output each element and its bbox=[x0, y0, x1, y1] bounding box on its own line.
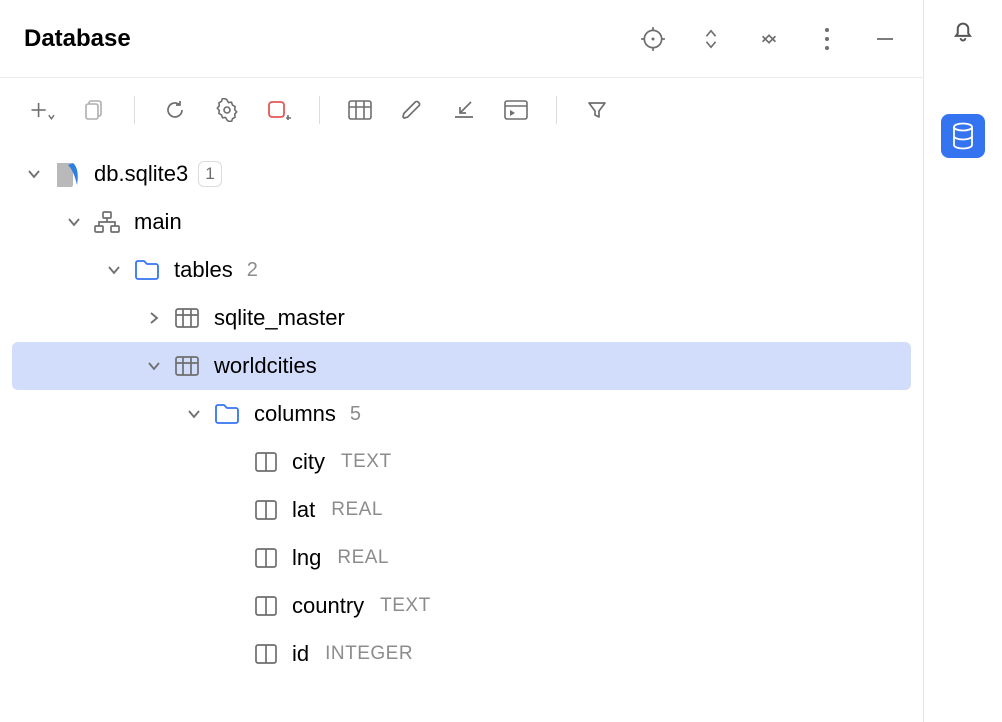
columns-count: 5 bbox=[350, 403, 361, 426]
tree-node-table-sqlite-master[interactable]: sqlite_master bbox=[0, 294, 923, 342]
column-icon bbox=[254, 499, 278, 521]
column-icon bbox=[254, 451, 278, 473]
schema-icon bbox=[94, 211, 120, 233]
tables-count: 2 bbox=[247, 259, 258, 282]
table-icon bbox=[174, 307, 200, 329]
close-icon[interactable] bbox=[755, 25, 783, 53]
expand-collapse-icon[interactable] bbox=[697, 25, 725, 53]
notifications-icon[interactable] bbox=[949, 16, 977, 44]
column-name: id bbox=[292, 641, 309, 667]
toolbar-separator bbox=[556, 96, 557, 124]
schema-name: main bbox=[134, 209, 182, 235]
column-name: lat bbox=[292, 497, 315, 523]
tree-node-tables-folder[interactable]: tables 2 bbox=[0, 246, 923, 294]
right-rail bbox=[924, 0, 1002, 722]
sqlite-icon bbox=[54, 160, 80, 188]
tree-node-column[interactable]: id INTEGER bbox=[0, 630, 923, 678]
chevron-down-icon[interactable] bbox=[144, 356, 164, 376]
filter-icon[interactable] bbox=[583, 96, 611, 124]
tree-node-column[interactable]: country TEXT bbox=[0, 582, 923, 630]
datasource-badge: 1 bbox=[198, 161, 221, 187]
column-name: country bbox=[292, 593, 364, 619]
table-name: sqlite_master bbox=[214, 305, 345, 331]
stop-icon[interactable] bbox=[265, 96, 293, 124]
add-icon[interactable] bbox=[28, 96, 56, 124]
tables-folder-label: tables bbox=[174, 257, 233, 283]
console-icon[interactable] bbox=[502, 96, 530, 124]
chevron-right-icon[interactable] bbox=[144, 308, 164, 328]
column-name: lng bbox=[292, 545, 321, 571]
tree-node-column[interactable]: city TEXT bbox=[0, 438, 923, 486]
column-type: INTEGER bbox=[325, 643, 413, 665]
column-type: TEXT bbox=[380, 595, 431, 617]
chevron-down-icon[interactable] bbox=[104, 260, 124, 280]
database-tree[interactable]: db.sqlite3 1 main bbox=[0, 142, 923, 722]
column-icon bbox=[254, 643, 278, 665]
column-type: REAL bbox=[337, 547, 389, 569]
column-type: TEXT bbox=[341, 451, 392, 473]
toolbar bbox=[0, 78, 923, 142]
target-icon[interactable] bbox=[639, 25, 667, 53]
table-name: worldcities bbox=[214, 353, 317, 379]
jump-to-source-icon[interactable] bbox=[450, 96, 478, 124]
database-tool-button[interactable] bbox=[941, 114, 985, 158]
settings-icon[interactable] bbox=[213, 96, 241, 124]
minimize-icon[interactable] bbox=[871, 25, 899, 53]
toolbar-separator bbox=[134, 96, 135, 124]
table-icon bbox=[174, 355, 200, 377]
column-icon bbox=[254, 547, 278, 569]
column-icon bbox=[254, 595, 278, 617]
duplicate-icon[interactable] bbox=[80, 96, 108, 124]
tree-node-column[interactable]: lng REAL bbox=[0, 534, 923, 582]
chevron-down-icon[interactable] bbox=[24, 164, 44, 184]
refresh-icon[interactable] bbox=[161, 96, 189, 124]
column-type: REAL bbox=[331, 499, 383, 521]
chevron-down-icon[interactable] bbox=[184, 404, 204, 424]
datasource-name: db.sqlite3 bbox=[94, 161, 188, 187]
columns-folder-label: columns bbox=[254, 401, 336, 427]
panel-title: Database bbox=[24, 25, 131, 53]
tree-node-schema[interactable]: main bbox=[0, 198, 923, 246]
folder-icon bbox=[134, 259, 160, 281]
tree-node-columns-folder[interactable]: columns 5 bbox=[0, 390, 923, 438]
folder-icon bbox=[214, 403, 240, 425]
chevron-down-icon[interactable] bbox=[64, 212, 84, 232]
tree-node-datasource[interactable]: db.sqlite3 1 bbox=[0, 150, 923, 198]
tree-node-table-worldcities[interactable]: worldcities bbox=[12, 342, 911, 390]
more-icon[interactable] bbox=[813, 25, 841, 53]
column-name: city bbox=[292, 449, 325, 475]
table-view-icon[interactable] bbox=[346, 96, 374, 124]
edit-icon[interactable] bbox=[398, 96, 426, 124]
panel-header: Database bbox=[0, 0, 923, 78]
tree-node-column[interactable]: lat REAL bbox=[0, 486, 923, 534]
toolbar-separator bbox=[319, 96, 320, 124]
